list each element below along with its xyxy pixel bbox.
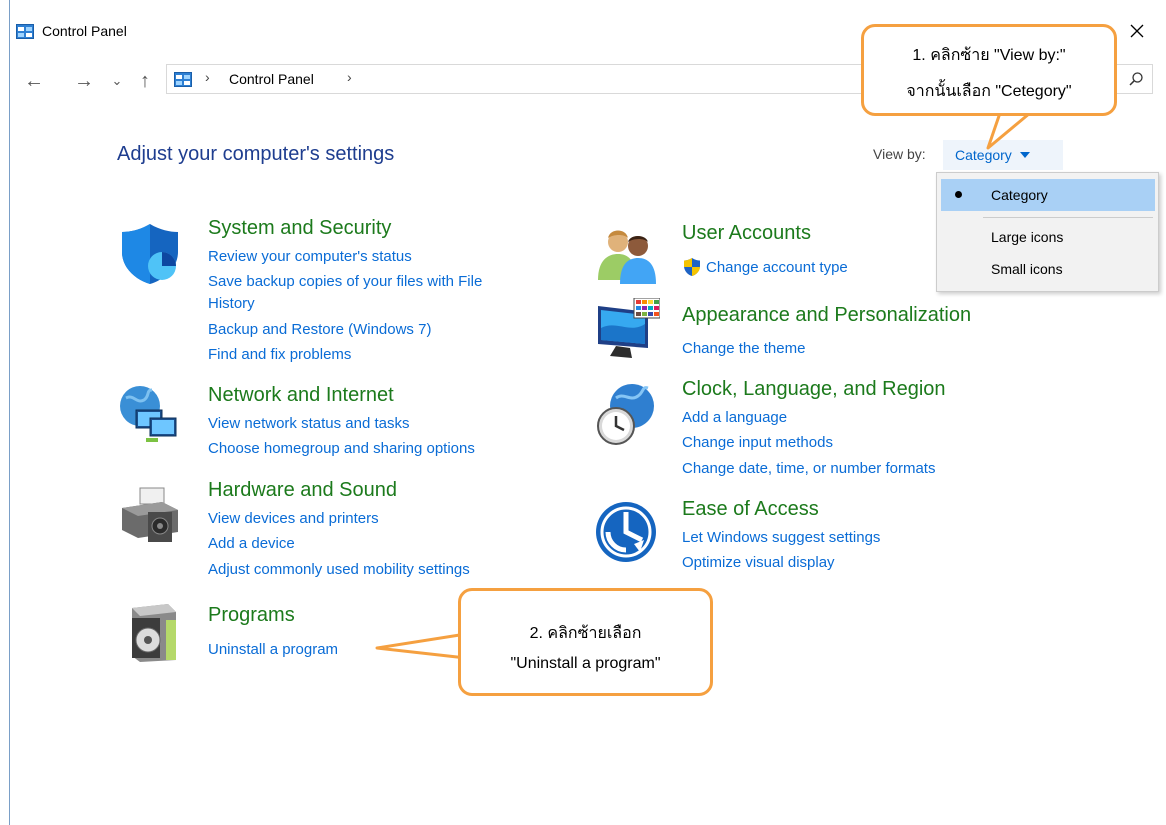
link-file-history-cont[interactable]: History xyxy=(208,295,255,312)
category-programs-title[interactable]: Programs xyxy=(208,604,295,627)
window-title: Control Panel xyxy=(42,23,127,39)
monitor-icon[interactable] xyxy=(596,298,660,362)
callout-step1-line2: จากนั้นเลือก "Cetegory" xyxy=(906,83,1072,100)
selected-bullet-icon xyxy=(955,191,962,198)
link-devices-printers[interactable]: View devices and printers xyxy=(208,510,379,527)
network-icon[interactable] xyxy=(116,382,180,446)
breadcrumb-separator[interactable]: › xyxy=(347,69,352,85)
users-icon[interactable] xyxy=(594,222,658,286)
category-network-title[interactable]: Network and Internet xyxy=(208,384,394,407)
menu-item-label: Large icons xyxy=(991,229,1064,245)
breadcrumb-control-panel[interactable]: Control Panel xyxy=(229,71,314,87)
ease-of-access-icon[interactable] xyxy=(594,500,658,564)
uac-shield-icon xyxy=(684,258,700,276)
callout-step2-line2: "Uninstall a program" xyxy=(510,655,661,672)
menu-divider xyxy=(983,217,1153,218)
link-file-history[interactable]: Save backup copies of your files with Fi… xyxy=(208,273,482,290)
programs-icon[interactable] xyxy=(122,600,186,664)
search-icon[interactable] xyxy=(1128,71,1144,87)
callout-step2: 2. คลิกซ้ายเลือก "Uninstall a program" xyxy=(458,588,713,696)
menu-item-large-icons[interactable]: Large icons xyxy=(941,221,1155,253)
link-mobility-settings[interactable]: Adjust commonly used mobility settings xyxy=(208,561,470,578)
category-ease-of-access-title[interactable]: Ease of Access xyxy=(682,498,819,521)
menu-item-label: Category xyxy=(991,187,1048,203)
window-frame xyxy=(9,0,1166,825)
category-hardware-title[interactable]: Hardware and Sound xyxy=(208,479,397,502)
back-button[interactable]: ← xyxy=(24,68,44,94)
link-network-status[interactable]: View network status and tasks xyxy=(208,415,410,432)
link-find-fix-problems[interactable]: Find and fix problems xyxy=(208,346,351,363)
callout-step1: 1. คลิกซ้าย "View by:" จากนั้นเลือก "Cet… xyxy=(861,24,1117,116)
menu-item-category[interactable]: Category xyxy=(941,179,1155,211)
link-review-status[interactable]: Review your computer's status xyxy=(208,248,412,265)
callout-step1-line1: 1. คลิกซ้าย "View by:" xyxy=(912,47,1066,64)
view-by-value: Category xyxy=(955,147,1012,163)
control-panel-icon xyxy=(16,24,34,39)
link-uninstall-program[interactable]: Uninstall a program xyxy=(208,641,338,658)
breadcrumb-separator[interactable]: › xyxy=(205,69,210,85)
clock-globe-icon[interactable] xyxy=(594,382,658,446)
close-button[interactable] xyxy=(1120,14,1154,48)
link-optimize-display[interactable]: Optimize visual display xyxy=(682,554,835,571)
close-icon xyxy=(1130,24,1144,38)
view-by-menu: Category Large icons Small icons xyxy=(936,172,1159,292)
link-date-time-formats[interactable]: Change date, time, or number formats xyxy=(682,460,935,477)
category-user-accounts-title[interactable]: User Accounts xyxy=(682,222,811,245)
menu-item-small-icons[interactable]: Small icons xyxy=(941,253,1155,285)
control-panel-icon xyxy=(174,72,192,87)
link-add-language[interactable]: Add a language xyxy=(682,409,787,426)
category-clock-title[interactable]: Clock, Language, and Region xyxy=(682,378,946,401)
callout-step2-line1: 2. คลิกซ้ายเลือก xyxy=(529,625,642,642)
link-homegroup[interactable]: Choose homegroup and sharing options xyxy=(208,440,475,457)
forward-button[interactable]: → xyxy=(74,68,94,94)
view-by-label: View by: xyxy=(873,146,926,162)
page-title: Adjust your computer's settings xyxy=(117,143,395,165)
link-windows-suggest[interactable]: Let Windows suggest settings xyxy=(682,529,880,546)
shield-icon[interactable] xyxy=(118,222,182,286)
up-button[interactable]: ↑ xyxy=(136,68,154,94)
category-appearance-title[interactable]: Appearance and Personalization xyxy=(682,304,971,327)
link-change-account-type[interactable]: Change account type xyxy=(706,259,848,276)
link-backup-restore[interactable]: Backup and Restore (Windows 7) xyxy=(208,321,431,338)
menu-item-label: Small icons xyxy=(991,261,1063,277)
link-input-methods[interactable]: Change input methods xyxy=(682,434,833,451)
view-by-dropdown[interactable]: Category xyxy=(943,140,1063,170)
recent-locations-button[interactable]: ⌄ xyxy=(110,68,124,94)
chevron-down-icon xyxy=(1019,152,1030,158)
link-add-device[interactable]: Add a device xyxy=(208,535,295,552)
printer-icon[interactable] xyxy=(118,482,182,546)
category-system-security-title[interactable]: System and Security xyxy=(208,217,391,240)
link-change-theme[interactable]: Change the theme xyxy=(682,340,805,357)
